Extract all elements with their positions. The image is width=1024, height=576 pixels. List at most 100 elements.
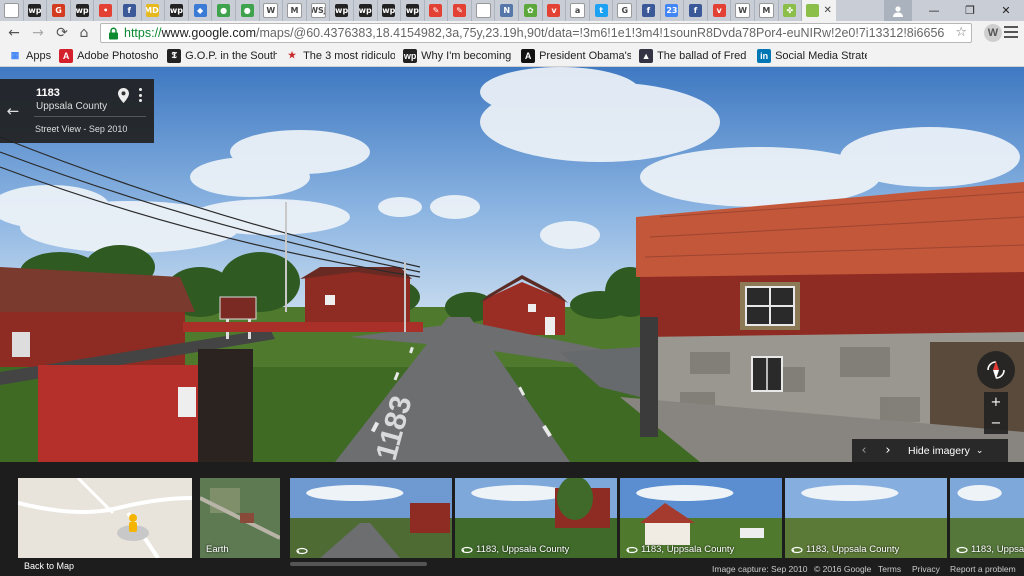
street-view-thumbnail[interactable]: 1183, Uppsala County xyxy=(455,478,617,558)
address-bar[interactable]: https://www.google.com/maps/@60.4376383,… xyxy=(100,23,972,43)
browser-tab[interactable]: W xyxy=(260,0,284,21)
news-icon: N xyxy=(500,4,514,17)
bookmark-item[interactable]: wp Why I'm becoming a xyxy=(403,48,513,63)
apps-grid-icon: ▦ xyxy=(10,50,20,60)
thumbnail-label: 1183, Uppsala County xyxy=(461,544,569,555)
browser-tab[interactable]: N xyxy=(495,0,520,21)
zoom-in-button[interactable]: + xyxy=(991,395,1002,410)
bookmark-item[interactable]: APresident Obama's Int xyxy=(521,48,632,63)
wp-icon: wp xyxy=(75,4,89,17)
location-pin-icon[interactable] xyxy=(118,88,129,106)
forward-button[interactable]: → xyxy=(28,24,48,42)
browser-tab[interactable]: • xyxy=(94,0,118,21)
browser-toolbar: ← → ⟳ ⌂ https://www.google.com/maps/@60.… xyxy=(0,21,1024,45)
chevron-down-icon[interactable]: ⌄ xyxy=(976,446,984,456)
mini-map[interactable]: Back to Map xyxy=(18,478,192,574)
bookmark-label: President Obama's Int xyxy=(539,49,632,62)
browser-tab[interactable]: v xyxy=(708,0,732,21)
terms-link[interactable]: Terms xyxy=(878,564,901,574)
browser-tab[interactable] xyxy=(472,0,496,21)
privacy-link[interactable]: Privacy xyxy=(912,564,940,574)
wp-icon: wp xyxy=(335,4,349,17)
wikipedia-icon: W xyxy=(735,3,751,18)
browser-tab[interactable]: f xyxy=(684,0,708,21)
bookmark-item[interactable]: ▲The ballad of Fred and xyxy=(639,48,749,63)
bookmark-item[interactable]: AAdobe Photoshop CC xyxy=(59,48,159,63)
browser-tab[interactable]: M xyxy=(755,0,779,21)
report-problem-link[interactable]: Report a problem xyxy=(950,564,1016,574)
close-window-button[interactable]: ✕ xyxy=(988,0,1024,21)
back-button[interactable]: ← xyxy=(4,24,24,42)
browser-tab[interactable]: wp xyxy=(165,0,189,21)
street-view-date: Street View - Sep 2010 xyxy=(35,124,128,134)
browser-tab[interactable]: wp xyxy=(71,0,95,21)
bookmark-label: Adobe Photoshop CC xyxy=(77,49,159,62)
plant-icon: ✿ xyxy=(523,4,537,17)
browser-tab[interactable]: a xyxy=(566,0,590,21)
adobe-icon: A xyxy=(59,48,74,63)
bookmark-item[interactable]: 𝕿G.O.P. in the South Le xyxy=(167,48,277,63)
active-tab[interactable]: ✕ xyxy=(802,0,837,21)
browser-tab[interactable]: G xyxy=(613,0,638,21)
browser-tab[interactable] xyxy=(0,0,24,21)
browser-tab[interactable]: WSJ xyxy=(307,0,331,21)
browser-tab[interactable]: f xyxy=(637,0,661,21)
browser-tab[interactable]: ● xyxy=(236,0,260,21)
minimize-button[interactable]: — xyxy=(916,0,952,21)
thumbnail-caption: 1183, Uppsala County xyxy=(971,544,1024,555)
compass-control[interactable] xyxy=(977,351,1015,389)
browser-tab[interactable]: ✎ xyxy=(425,0,449,21)
browser-tab[interactable]: ✿ xyxy=(519,0,543,21)
hide-imagery-button[interactable]: Hide imagery xyxy=(908,445,970,457)
browser-tab[interactable]: G xyxy=(47,0,71,21)
wp-icon: wp xyxy=(405,4,419,17)
home-button[interactable]: ⌂ xyxy=(74,24,94,42)
maximize-button[interactable]: ❐ xyxy=(952,0,988,21)
browser-tab[interactable]: ● xyxy=(212,0,236,21)
street-view-thumbnail[interactable]: 1183, Uppsala County xyxy=(950,478,1024,558)
browser-tab[interactable]: M xyxy=(283,0,307,21)
more-options-icon[interactable] xyxy=(138,88,142,102)
browser-tab[interactable]: ✎ xyxy=(448,0,472,21)
bookmark-star-icon[interactable]: ☆ xyxy=(955,25,967,40)
browser-tab[interactable]: wp xyxy=(354,0,378,21)
nyt-icon: 𝕿 xyxy=(167,48,182,63)
zoom-out-button[interactable]: − xyxy=(991,416,1002,431)
browser-tab[interactable]: W xyxy=(731,0,755,21)
browser-tab[interactable]: ✤ xyxy=(779,0,803,21)
earth-thumbnail[interactable]: Earth xyxy=(200,478,280,558)
reload-button[interactable]: ⟳ xyxy=(52,24,72,42)
browser-tab[interactable]: wp xyxy=(24,0,48,21)
browser-tab[interactable]: ◆ xyxy=(189,0,213,21)
browser-tab[interactable]: wp xyxy=(401,0,425,21)
user-profile-button[interactable] xyxy=(884,0,912,21)
atlantic-icon: A xyxy=(521,48,536,63)
bookmark-item[interactable]: inSocial Media Strategi xyxy=(757,48,867,63)
browser-tab[interactable]: wp xyxy=(378,0,402,21)
browser-tab[interactable]: f xyxy=(118,0,142,21)
close-tab-icon[interactable]: ✕ xyxy=(823,5,831,16)
chrome-menu-icon[interactable] xyxy=(1004,25,1018,39)
prev-image-button[interactable]: ‹ xyxy=(852,443,876,458)
browser-tab[interactable]: 23 xyxy=(661,0,685,21)
extension-w-button[interactable]: W xyxy=(984,24,1002,42)
bookmark-label: The ballad of Fred and xyxy=(657,49,749,62)
panorama-360-icon xyxy=(461,546,473,553)
next-image-button[interactable]: › xyxy=(876,443,900,458)
bookmark-item[interactable]: ★ The 3 most ridiculous xyxy=(285,49,395,63)
star-icon: ★ xyxy=(288,50,297,60)
browser-tab[interactable]: IMDb xyxy=(142,0,166,21)
back-arrow-icon[interactable]: ← xyxy=(0,79,26,143)
location-info-card: ← 1183 Uppsala County Street View - Sep … xyxy=(0,79,154,143)
browser-tab[interactable]: t xyxy=(590,0,614,21)
street-view-thumbnail[interactable]: 1183, Uppsala County xyxy=(785,478,947,558)
vevo-icon: v xyxy=(712,4,726,17)
thumbnail-label: 1183, Uppsala County xyxy=(626,544,734,555)
browser-tab[interactable]: wp xyxy=(330,0,354,21)
street-view-thumbnail[interactable]: 1183, Uppsala County xyxy=(620,478,782,558)
street-view-thumbnail[interactable] xyxy=(290,478,452,558)
thumbnail-label xyxy=(296,547,311,555)
bookmark-item[interactable]: ▦ Apps xyxy=(8,49,51,63)
browser-tab[interactable]: v xyxy=(543,0,567,21)
wp-icon: wp xyxy=(169,4,183,17)
